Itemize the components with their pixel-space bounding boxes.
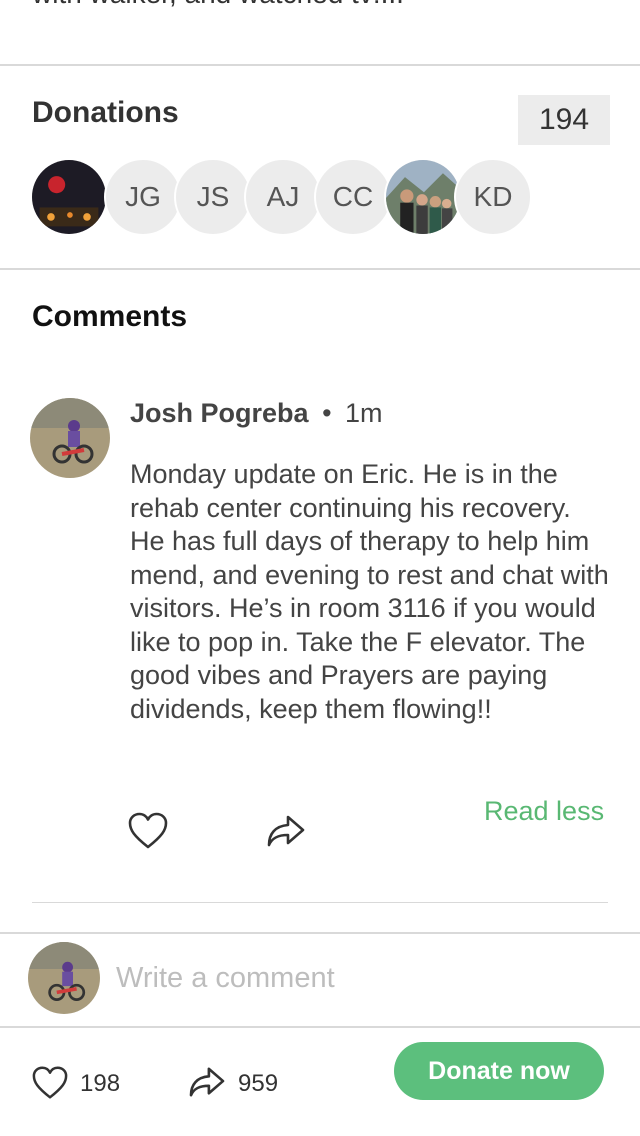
donor-avatar-photo[interactable] — [30, 158, 108, 236]
comment-separator: • — [322, 398, 332, 428]
story-text-truncated: with walker, and watched tv!... — [32, 0, 404, 10]
motocross-photo-icon — [28, 942, 100, 1014]
comment-divider — [32, 902, 608, 903]
donor-avatars[interactable]: JG JS AJ CC KD — [30, 158, 550, 236]
share-arrow-icon — [267, 815, 305, 847]
read-less-link[interactable]: Read less — [484, 796, 604, 827]
donor-photo-group-icon — [386, 160, 460, 234]
share-button[interactable] — [188, 1066, 226, 1103]
comment-header: Josh Pogreba • 1m — [130, 398, 383, 429]
comment-author-name[interactable]: Josh Pogreba — [130, 398, 309, 428]
current-user-avatar — [28, 942, 100, 1014]
comment-author-avatar[interactable] — [30, 398, 110, 478]
comment-text: Monday update on Eric. He is in the reha… — [130, 459, 609, 724]
like-count: 198 — [80, 1070, 121, 1097]
donor-avatar-photo[interactable] — [384, 158, 462, 236]
section-divider — [0, 268, 640, 270]
section-divider — [0, 932, 640, 934]
heart-icon — [32, 1066, 68, 1099]
comment-like-button[interactable] — [128, 812, 168, 855]
comments-title: Comments — [32, 300, 188, 333]
donor-avatar-initials[interactable]: KD — [454, 158, 532, 236]
comment-input[interactable] — [116, 950, 606, 1006]
comment-timestamp: 1m — [345, 398, 383, 428]
donor-avatar-initials[interactable]: AJ — [244, 158, 322, 236]
heart-icon — [128, 812, 168, 849]
motocross-photo-icon — [30, 398, 110, 478]
section-divider — [0, 64, 640, 66]
donor-avatar-initials[interactable]: JG — [104, 158, 182, 236]
donations-count-badge: 194 — [518, 95, 610, 145]
donations-title: Donations — [32, 96, 179, 129]
donate-now-button[interactable]: Donate now — [394, 1042, 604, 1100]
like-button[interactable] — [32, 1066, 68, 1105]
comment-share-button[interactable] — [266, 814, 306, 853]
donor-photo-dark-icon — [32, 160, 106, 234]
share-count: 959 — [238, 1070, 279, 1097]
share-arrow-icon — [189, 1067, 225, 1097]
section-divider — [0, 1026, 640, 1028]
donor-avatar-initials[interactable]: JS — [174, 158, 252, 236]
donor-avatar-initials[interactable]: CC — [314, 158, 392, 236]
